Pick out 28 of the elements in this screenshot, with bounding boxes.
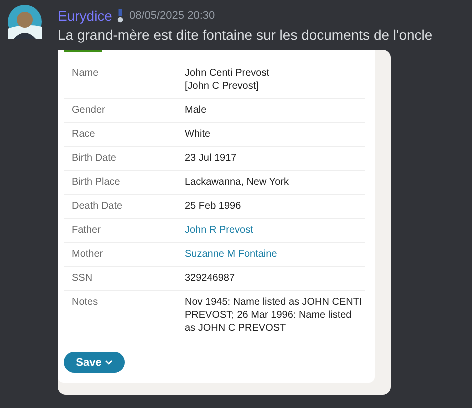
field-label: Gender xyxy=(72,104,106,117)
field-value: Nov 1945: Name listed as JOHN CENTI PREVOST; 26 Mar 1996: Name listed as JOHN C PREVOST xyxy=(185,296,364,335)
field-link[interactable]: John R Prevost xyxy=(185,224,365,237)
medal-icon xyxy=(117,8,124,24)
avatar-drawing xyxy=(8,5,42,39)
chevron-icon xyxy=(104,360,113,365)
message-text: La grand-mère est dite fontaine sur les documents de l'oncle xyxy=(58,26,433,45)
field-label: Birth Date xyxy=(72,152,118,165)
field-value: John Centi Prevost [John C Prevost] xyxy=(185,67,270,93)
field-label: Birth Place xyxy=(72,176,122,189)
field-value: White xyxy=(185,128,212,141)
field-value: Lackawanna, New York xyxy=(185,176,290,189)
field-label: Death Date xyxy=(72,200,124,213)
field-label: Race xyxy=(72,128,96,141)
field-value: Male xyxy=(185,104,208,117)
field-value: 329246987 xyxy=(185,272,236,285)
username[interactable]: Eurydice xyxy=(58,8,112,24)
tab-indicator xyxy=(64,50,102,52)
field-label: Father xyxy=(72,224,102,237)
field-value: 25 Feb 1996 xyxy=(185,200,242,213)
field-label: SSN xyxy=(72,272,94,285)
save-button[interactable]: Save xyxy=(64,352,125,373)
field-label: Mother xyxy=(72,248,104,261)
field-label: Notes xyxy=(72,296,100,310)
timestamp: 08/05/2025 20:30 xyxy=(129,10,216,22)
field-label: Name xyxy=(72,67,100,81)
field-link[interactable]: Suzanne M Fontaine xyxy=(185,248,365,261)
field-value: 23 Jul 1917 xyxy=(185,152,238,165)
